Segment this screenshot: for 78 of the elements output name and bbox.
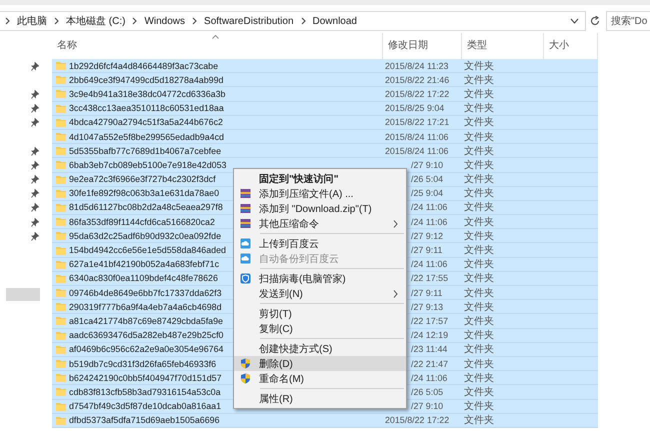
modified-date: /25 9:04 <box>410 188 444 198</box>
file-name: 86fa353df89f1144cfd6ca5166820ca2 <box>69 216 215 227</box>
file-type: 文件夹 <box>463 314 495 328</box>
modified-date: /24 11:06 <box>410 259 448 270</box>
file-name: b624242190c0bb5f404947f70d151d57 <box>69 372 222 383</box>
modified-date: 2015/8/24 11:06 <box>384 132 450 142</box>
file-name: 3cc438cc13aea3510118c60531ed18aa <box>69 103 224 114</box>
file-name: 6bab3eb7cb089eb5100e7e918e42d053 <box>69 160 226 170</box>
file-type: 文件夹 <box>463 60 495 73</box>
file-name: 4d1047a552e5f8be299565edadb9a4cd <box>69 132 224 142</box>
file-name: 2bb649ce3f947499cd5d18278a4ab99d <box>69 74 224 85</box>
modified-date: /24 11:06 <box>410 216 448 227</box>
file-type: 文件夹 <box>463 328 495 342</box>
modified-date: 2015/8/24 11:06 <box>384 146 450 156</box>
modified-date: 2015/8/25 9:04 <box>384 103 446 114</box>
file-type: 文件夹 <box>463 88 495 101</box>
modified-date: /24 11:06 <box>410 372 448 383</box>
file-name: cdb83f813cfb58b3ad79316154a53c0a <box>69 386 221 397</box>
file-type: 文件夹 <box>463 244 495 258</box>
modified-date: /27 9:11 <box>410 288 444 298</box>
file-name: 95da63d2c25adf6b90d932c0ea092fde <box>69 230 222 241</box>
modified-date: /22 17:55 <box>410 273 450 284</box>
modified-date: /23 11:44 <box>410 344 448 354</box>
modified-date: /22 17:57 <box>410 316 450 326</box>
file-name: 1b292d6fcf4a4d84664489f3ac73cabe <box>69 60 218 71</box>
file-type: 文件夹 <box>463 172 495 186</box>
file-name: dfbd5373af5dfa715d69aeb1505a6696 <box>69 415 220 426</box>
file-type: 文件夹 <box>463 414 495 428</box>
modified-date: 2015/8/24 11:23 <box>384 60 450 71</box>
modified-date: /27 9:13 <box>410 302 444 312</box>
file-name: 290319f777b6a9f4a4eb7a4a6cb4698d <box>69 302 222 312</box>
file-type: 文件夹 <box>463 286 495 300</box>
file-type: 文件夹 <box>463 74 495 87</box>
file-name: 09746b4de8649e6bb7fc17337dda62f3 <box>69 288 222 298</box>
file-type: 文件夹 <box>463 358 495 371</box>
file-type: 文件夹 <box>463 372 495 385</box>
modified-date: 2015/8/22 17:22 <box>384 88 450 99</box>
file-type: 文件夹 <box>463 200 495 214</box>
file-name: 5d5355bafb77c7689d1b4067a7cebfee <box>69 146 222 156</box>
modified-date: /27 9:10 <box>410 401 444 412</box>
modified-date: /24 12:19 <box>410 330 450 340</box>
modified-date: 2015/8/22 21:46 <box>384 74 450 85</box>
file-name: 154bd4942cc6e56e1e5d558da846aded <box>69 245 226 256</box>
file-name: 6340ac830f0ea1109bdef4c48fe78626 <box>69 273 218 284</box>
file-type: 文件夹 <box>463 342 495 356</box>
file-name: d7547bf49c3d5f87de10dcab0a816aa1 <box>69 401 222 412</box>
file-type: 文件夹 <box>463 158 495 172</box>
file-type: 文件夹 <box>463 272 495 286</box>
file-type: 文件夹 <box>463 116 495 130</box>
modified-date: /22 21:47 <box>410 358 450 369</box>
file-name: b519db7c9cd31f3d26fa65feb46933f6 <box>69 358 216 369</box>
file-name: aadc63693476d5a282eb487e29b25cf0 <box>69 330 224 340</box>
file-type: 文件夹 <box>463 130 495 144</box>
modified-date: /26 5:05 <box>410 386 444 397</box>
file-type: 文件夹 <box>463 102 495 116</box>
file-type: 文件夹 <box>463 144 495 158</box>
modified-date: /27 9:10 <box>410 160 444 170</box>
file-name: 81d5d61127bc08b2d2a48c5eaea297f8 <box>69 202 223 212</box>
file-name: 627a1e41bf42190b052a4a683febf71c <box>69 259 220 270</box>
file-type: 文件夹 <box>463 230 495 243</box>
file-type: 文件夹 <box>463 216 495 229</box>
file-type: 文件夹 <box>463 186 495 200</box>
file-type: 文件夹 <box>463 400 495 414</box>
file-name: 4bdca42790a2794c51f3a5a244b676c2 <box>69 117 223 128</box>
file-name: 30fe1fe892f98c063b3a1e631da78ae0 <box>69 188 220 198</box>
file-name: a81ca421774b87c69e87429cbda5fa9e <box>69 316 223 326</box>
modified-date: /26 5:04 <box>410 174 444 184</box>
file-name: af0469b6c956c62a2e9a0e3054e96764 <box>69 344 224 354</box>
modified-date: 2015/8/22 17:22 <box>384 415 450 426</box>
file-type: 文件夹 <box>463 300 495 314</box>
file-type: 文件夹 <box>463 258 495 272</box>
modified-date: /27 9:12 <box>410 230 444 241</box>
file-name: 3c9e4b941a318e38dc04772cd6336a3b <box>69 88 226 99</box>
modified-date: /24 11:06 <box>410 202 448 212</box>
modified-date: 2015/8/22 17:21 <box>384 117 450 128</box>
modified-date: /27 9:11 <box>410 245 444 256</box>
file-type: 文件夹 <box>463 386 495 399</box>
file-name: 9e2ea72c3f6966e3f727b4c2302f3dcf <box>69 174 216 184</box>
